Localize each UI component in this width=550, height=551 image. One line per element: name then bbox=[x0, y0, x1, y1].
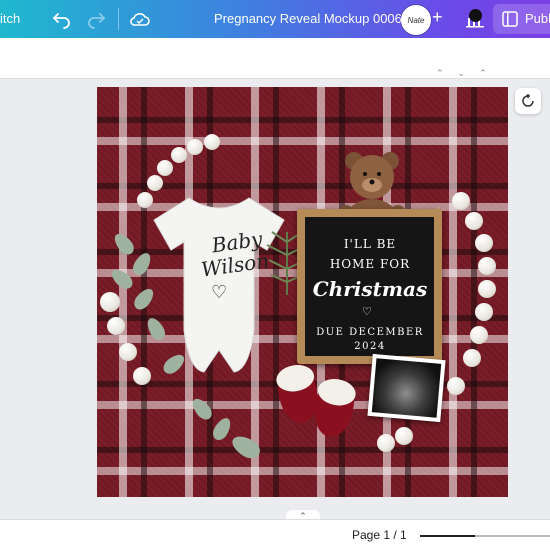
redo-icon[interactable] bbox=[86, 9, 106, 29]
publish-icon bbox=[502, 11, 518, 27]
page-controls[interactable]: ⌃⌄⌃ bbox=[436, 68, 506, 78]
toolbar-divider bbox=[118, 8, 119, 30]
bead bbox=[119, 343, 137, 361]
bead bbox=[475, 303, 493, 321]
undo-icon[interactable] bbox=[52, 9, 72, 29]
baby-slipper bbox=[310, 376, 358, 440]
bead bbox=[107, 317, 125, 335]
add-collaborator-button[interactable]: + bbox=[432, 7, 443, 28]
board-line1: I'LL BE bbox=[343, 237, 397, 251]
refresh-comment-button[interactable] bbox=[515, 88, 541, 114]
bead bbox=[100, 292, 120, 312]
board-line4: DUE DECEMBER bbox=[316, 327, 424, 338]
board-line3: Christmas bbox=[312, 277, 428, 301]
board-line2: HOME FOR bbox=[329, 257, 411, 271]
eucalyptus-leaf bbox=[110, 230, 138, 258]
board-heart: ♡ bbox=[362, 306, 372, 318]
bead bbox=[147, 175, 163, 191]
cloud-sync-icon[interactable] bbox=[129, 9, 151, 29]
bead bbox=[478, 280, 496, 298]
onesie-heart: ♡ bbox=[211, 282, 228, 302]
eucalyptus-leaf bbox=[228, 431, 264, 463]
bead bbox=[463, 349, 481, 367]
eucalyptus-leaf bbox=[188, 395, 216, 423]
bead bbox=[447, 377, 465, 395]
bead bbox=[395, 427, 413, 445]
bead bbox=[475, 234, 493, 252]
zoom-fill bbox=[420, 535, 475, 537]
zoom-slider-handle[interactable] bbox=[468, 9, 482, 22]
avatar[interactable]: Nate bbox=[401, 5, 431, 35]
refresh-comment-icon bbox=[522, 94, 534, 107]
document-title[interactable]: Pregnancy Reveal Mockup 0006 bbox=[214, 11, 402, 26]
board-line5: 2024 bbox=[354, 341, 386, 352]
zoom-slider[interactable] bbox=[420, 535, 550, 537]
eucalyptus-leaf bbox=[209, 415, 235, 443]
publish-label: Publi bbox=[525, 11, 550, 26]
bottom-bar: Page 1 / 1 bbox=[0, 519, 550, 551]
top-bar: itch Pregnancy Reveal Mockup 0006 Nate +… bbox=[0, 0, 550, 38]
bead bbox=[157, 160, 173, 176]
design-canvas[interactable]: Baby Wilson ♡ ★ I'LL BE HOME FOR Christm… bbox=[97, 87, 508, 497]
bead bbox=[187, 139, 203, 155]
bead bbox=[171, 147, 187, 163]
page-indicator[interactable]: Page 1 / 1 bbox=[352, 528, 407, 542]
bead bbox=[470, 326, 488, 344]
publish-button[interactable]: Publi bbox=[493, 4, 550, 34]
bead bbox=[204, 134, 220, 150]
bead bbox=[377, 434, 395, 452]
switch-button[interactable]: itch bbox=[0, 11, 20, 26]
bead bbox=[478, 257, 496, 275]
ultrasound-photo bbox=[367, 353, 446, 423]
bead bbox=[452, 192, 470, 210]
bead bbox=[465, 212, 483, 230]
eucalyptus-leaf bbox=[108, 265, 136, 293]
